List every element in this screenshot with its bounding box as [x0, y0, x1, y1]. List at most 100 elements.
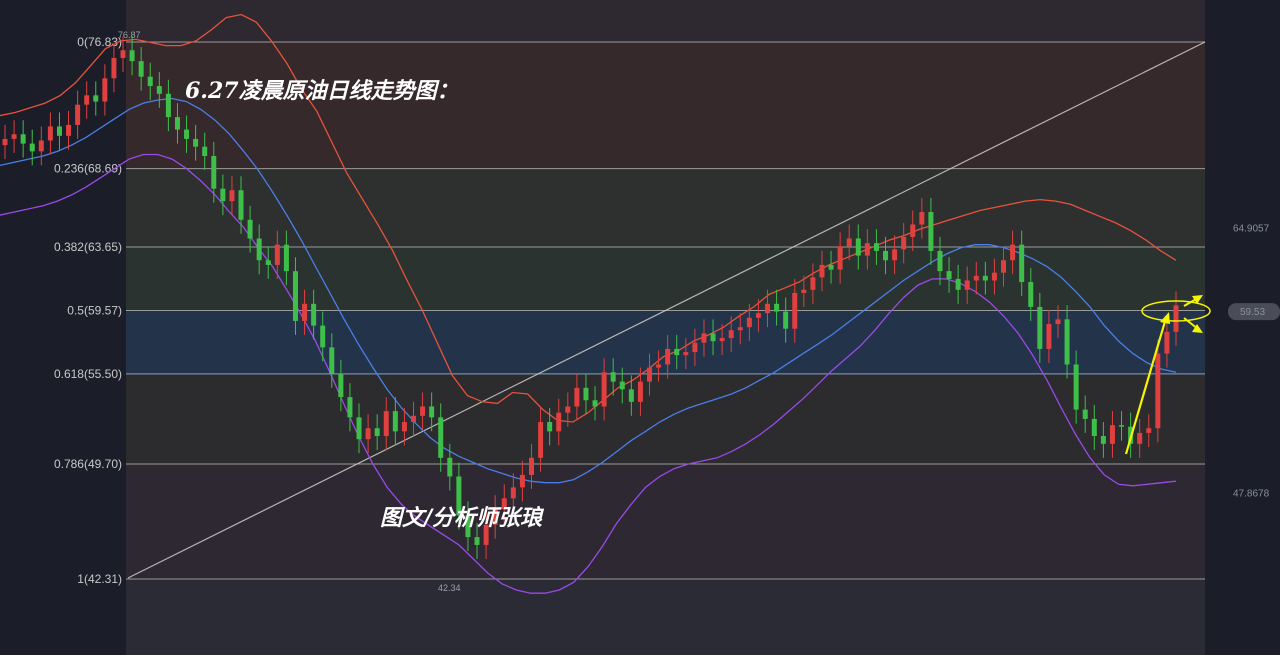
candle-body	[828, 264, 834, 270]
candle-body	[946, 271, 952, 279]
candle-body	[737, 327, 743, 331]
candle-body	[556, 412, 562, 432]
candle-body	[283, 244, 289, 272]
high-label: 76.87	[118, 30, 141, 40]
candle-body	[719, 338, 725, 342]
candle-body	[1173, 305, 1179, 332]
candle-body	[1064, 319, 1070, 365]
candle-body	[955, 278, 961, 290]
candle-body	[211, 156, 217, 189]
candle-body	[665, 348, 671, 365]
fib-zone	[126, 311, 1205, 375]
fib-label: 1(42.31)	[77, 572, 122, 586]
candle-body	[20, 134, 26, 144]
candle-body	[1164, 331, 1170, 354]
candle-body	[1010, 244, 1016, 261]
candle-body	[47, 126, 53, 141]
candle-body	[565, 406, 571, 413]
candle-body	[93, 95, 99, 102]
candle-body	[919, 212, 925, 225]
candle-body	[855, 238, 861, 256]
candle-body	[701, 333, 707, 343]
candle-body	[928, 212, 934, 251]
candle-body	[637, 381, 643, 402]
candle-body	[120, 50, 126, 59]
candle-body	[819, 264, 825, 278]
candle-body	[892, 249, 898, 261]
candle-body	[265, 260, 271, 265]
candle-body	[656, 364, 662, 368]
candle-body	[792, 292, 798, 329]
candle-body	[447, 457, 453, 477]
candle-body	[1073, 364, 1079, 410]
candle-body	[519, 474, 525, 488]
candle-body	[38, 140, 44, 152]
candle-body	[56, 126, 62, 136]
candle-body	[365, 428, 371, 440]
candle-body	[1109, 425, 1115, 444]
candle-body	[901, 236, 907, 250]
candle-body	[11, 134, 17, 139]
candle-body	[292, 271, 298, 321]
fib-zone	[126, 170, 1205, 248]
candle-body	[801, 289, 807, 293]
candle-body	[410, 415, 416, 423]
candle-body	[1001, 260, 1007, 273]
candle-body	[683, 352, 689, 356]
candle-body	[883, 250, 889, 261]
candle-body	[438, 417, 444, 458]
candle-body	[347, 397, 353, 418]
candle-body	[1155, 353, 1161, 429]
candle-body	[910, 224, 916, 237]
candle-body	[1146, 428, 1152, 433]
candle-body	[510, 487, 516, 499]
candle-body	[66, 124, 72, 136]
candle-body	[728, 330, 734, 339]
candle-body	[873, 243, 879, 251]
candle-body	[1091, 418, 1097, 437]
fib-zone	[126, 465, 1205, 579]
candle-body	[392, 411, 398, 432]
candle-body	[610, 372, 616, 382]
oil-daily-chart: 0(76.83) 0.236(68.69) 0.382(63.65) 0.5(59.5…	[0, 0, 1280, 655]
candle-body	[102, 78, 108, 102]
candle-body	[746, 317, 752, 328]
candle-body	[1100, 436, 1106, 444]
candle-body	[156, 86, 162, 94]
candle-body	[765, 303, 771, 314]
candle-body	[964, 280, 970, 290]
candle-body	[864, 243, 870, 256]
fib-label: 0.786(49.70)	[54, 457, 122, 471]
candle-body	[601, 372, 607, 407]
low-label: 42.34	[438, 583, 461, 593]
fib-label: 0.618(55.50)	[54, 367, 122, 381]
candle-body	[755, 313, 761, 318]
candle-body	[302, 303, 308, 321]
candle-body	[383, 411, 389, 437]
candle-body	[247, 219, 253, 239]
candle-body	[238, 190, 244, 220]
candle-body	[846, 238, 852, 247]
candle-body	[229, 190, 235, 202]
candle-body	[991, 272, 997, 281]
candle-body	[165, 93, 171, 118]
candle-body	[574, 387, 580, 407]
candle-body	[674, 348, 680, 356]
candle-body	[274, 244, 280, 265]
candle-body	[320, 325, 326, 348]
candle-body	[583, 387, 589, 401]
candle-body	[311, 303, 317, 326]
candle-body	[2, 138, 8, 146]
fib-label: 0.382(63.65)	[54, 240, 122, 254]
candle-body	[619, 381, 625, 390]
candle-body	[647, 367, 653, 382]
axis-price-label: 64.9057	[1233, 223, 1270, 234]
candle-body	[547, 422, 553, 432]
candle-body	[84, 95, 90, 105]
candle-body	[1019, 244, 1025, 283]
fib-zone	[126, 42, 1205, 170]
candle-body	[528, 457, 534, 475]
candle-body	[1137, 432, 1143, 444]
candle-body	[692, 342, 698, 353]
candle-body	[1046, 324, 1052, 349]
